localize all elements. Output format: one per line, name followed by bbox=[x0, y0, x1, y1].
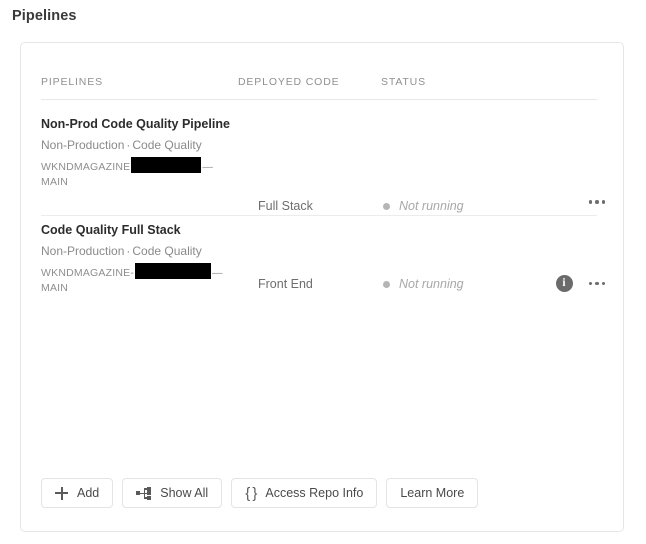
pipeline-kind: Code Quality bbox=[132, 138, 202, 153]
column-header-pipelines: PIPELINES bbox=[41, 76, 103, 88]
pipelines-card: PIPELINES DEPLOYED CODE STATUS Non-Prod … bbox=[20, 42, 624, 532]
pipeline-title: Non-Prod Code Quality Pipeline bbox=[41, 117, 230, 131]
access-repo-info-button[interactable]: { } Access Repo Info bbox=[231, 478, 378, 508]
add-button[interactable]: Add bbox=[41, 478, 114, 508]
page-title: Pipelines bbox=[12, 8, 77, 24]
repo-branch: MAIN bbox=[41, 176, 69, 189]
pipeline-environment: Non-Production bbox=[41, 244, 125, 259]
deployed-code-value: Full Stack bbox=[258, 199, 313, 213]
repo-dash: — bbox=[202, 160, 214, 173]
repo-prefix: WKNDMAGAZINE bbox=[41, 160, 131, 173]
footer-toolbar: Add Show All { } Access Repo Info Learn … bbox=[41, 478, 479, 508]
access-repo-info-button-label: Access Repo Info bbox=[265, 486, 364, 500]
pipeline-environment: Non-Production bbox=[41, 138, 125, 153]
pipeline-subtitle: Non-Production · Code Quality bbox=[41, 243, 231, 259]
status-label: Not running bbox=[399, 277, 464, 291]
pipeline-name-cell: Non-Prod Code Quality Pipeline Non-Produ… bbox=[41, 115, 231, 191]
learn-more-button[interactable]: Learn More bbox=[386, 478, 479, 508]
info-icon[interactable]: i bbox=[555, 275, 573, 292]
pipeline-title: Code Quality Full Stack bbox=[41, 223, 181, 237]
status-cell: Not running bbox=[383, 277, 464, 291]
status-dot-icon bbox=[383, 280, 390, 288]
tree-hierarchy-icon bbox=[136, 486, 152, 500]
header-divider bbox=[41, 99, 597, 100]
column-header-deployed-code: DEPLOYED CODE bbox=[238, 76, 340, 88]
plus-icon bbox=[55, 486, 68, 500]
repo-dash: — bbox=[212, 266, 223, 279]
row-actions: i bbox=[555, 275, 605, 292]
row-actions bbox=[588, 197, 605, 207]
pipeline-repo: WKNDMAGAZINE — MAIN bbox=[41, 156, 231, 192]
redacted-block bbox=[135, 262, 212, 279]
table-row[interactable]: Non-Prod Code Quality Pipeline Non-Produ… bbox=[21, 109, 623, 215]
curly-braces-icon: { } bbox=[245, 484, 257, 502]
table-row[interactable]: Code Quality Full Stack Non-Production · C… bbox=[21, 215, 623, 309]
pipeline-subtitle: Non-Production · Code Quality bbox=[41, 137, 231, 153]
show-all-button-label: Show All bbox=[160, 486, 209, 500]
column-header-status: STATUS bbox=[381, 76, 426, 88]
pipeline-name-cell: Code Quality Full Stack Non-Production · C… bbox=[41, 221, 231, 297]
status-label: Not running bbox=[399, 199, 464, 213]
add-button-label: Add bbox=[77, 486, 100, 500]
table-header: PIPELINES DEPLOYED CODE STATUS bbox=[21, 73, 623, 101]
status-dot-icon bbox=[383, 202, 390, 210]
learn-more-button-label: Learn More bbox=[400, 486, 465, 500]
more-options-icon[interactable] bbox=[588, 279, 605, 289]
repo-prefix: WKNDMAGAZINE- bbox=[41, 266, 135, 279]
deployed-code-value: Front End bbox=[258, 277, 313, 291]
pipeline-repo: WKNDMAGAZINE- — MAIN bbox=[41, 262, 231, 298]
redacted-block bbox=[131, 156, 202, 173]
status-cell: Not running bbox=[383, 199, 464, 213]
more-options-icon[interactable] bbox=[588, 197, 605, 207]
repo-branch: MAIN bbox=[41, 282, 69, 295]
pipeline-kind: Code Quality bbox=[132, 244, 202, 259]
show-all-button[interactable]: Show All bbox=[122, 478, 223, 508]
